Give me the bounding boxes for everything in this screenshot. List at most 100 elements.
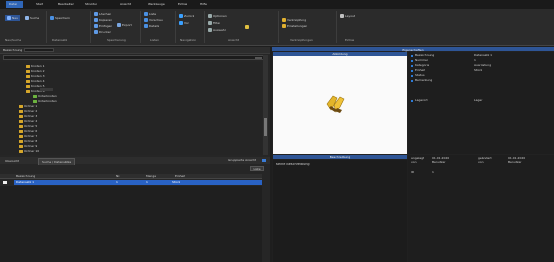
- back-button[interactable]: Zurück: [179, 14, 194, 18]
- folder-icon: [19, 105, 23, 108]
- description-title: Beschreibung: [273, 155, 407, 159]
- tree-scrollbar[interactable]: [263, 55, 268, 155]
- property-row[interactable]: Einheit Stück: [408, 69, 554, 73]
- warning-icon: [245, 25, 249, 29]
- selection-button[interactable]: Auswahl: [208, 28, 226, 32]
- filter-button[interactable]: Filter: [208, 21, 220, 25]
- details-icon: [144, 24, 148, 28]
- description-body[interactable]: Keine Beschreibung: [273, 160, 407, 262]
- tree-item[interactable]: Knoten 4: [26, 80, 45, 83]
- paste-button[interactable]: Einfügen: [94, 24, 112, 28]
- tree-view[interactable]: Knoten 1 Knoten 2 Knoten 3 Knoten 4 Knoten 5…: [0, 62, 262, 155]
- tree-item[interactable]: Unterknoten: [33, 95, 57, 98]
- export-button[interactable]: Export: [117, 23, 132, 27]
- menu-item-start[interactable]: Start: [36, 3, 43, 6]
- tree-item[interactable]: Unterknoten: [33, 100, 57, 103]
- list-button[interactable]: Liste: [144, 12, 156, 16]
- property-row[interactable]: Nummer 1: [408, 59, 554, 63]
- tree-item[interactable]: Ordner 8: [19, 140, 37, 143]
- tree-selected-row[interactable]: [40, 88, 53, 91]
- column-header[interactable]: Bezeichnung: [16, 175, 35, 178]
- search-input[interactable]: [3, 55, 267, 60]
- menu-item-tools[interactable]: Werkzeuge: [148, 3, 165, 6]
- tree-item[interactable]: Ordner 2: [19, 110, 37, 113]
- grid-list-button[interactable]: Liste: [250, 166, 264, 171]
- delete-button[interactable]: Löschen: [94, 12, 111, 16]
- save-icon: [50, 16, 54, 20]
- info-key: von: [478, 161, 484, 164]
- tree-item-label: Ordner 5: [24, 125, 38, 128]
- tree-item-label: Knoten 1: [31, 65, 45, 68]
- preview-button[interactable]: Vorschau: [144, 18, 163, 22]
- tree-item[interactable]: Ordner 1: [19, 105, 37, 108]
- row-indicator-icon: [3, 181, 7, 184]
- print-button[interactable]: Drucken: [94, 30, 111, 34]
- settings-button[interactable]: Einstellungen: [282, 24, 307, 28]
- tree-item[interactable]: Knoten 2: [26, 70, 45, 73]
- layout-button[interactable]: Layout: [340, 14, 355, 18]
- group-label-lists: Listen: [150, 39, 159, 42]
- ribbon-separator: [204, 11, 205, 43]
- property-row[interactable]: Status: [408, 74, 554, 78]
- info-key: ID: [411, 171, 415, 174]
- search-clear-icon[interactable]: [255, 57, 262, 59]
- folder-icon: [19, 135, 23, 138]
- tree-item[interactable]: Ordner 10: [19, 150, 39, 153]
- table-row[interactable]: Datensatz 1 1 1 Stück: [14, 180, 262, 185]
- description-text: Keine Beschreibung: [276, 163, 310, 166]
- column-header[interactable]: Menge: [146, 175, 156, 178]
- tree-item-label: Ordner 1: [24, 105, 38, 108]
- link-button[interactable]: Verknüpfung: [282, 18, 306, 22]
- tab-bar: Übersicht Suche / Datensätze Gruppierte …: [0, 157, 270, 166]
- property-row[interactable]: Bezeichnung Datensatz 1: [408, 54, 554, 58]
- folder-icon: [33, 100, 37, 103]
- tab-overview[interactable]: Übersicht: [2, 158, 22, 164]
- ribbon-separator: [90, 11, 91, 43]
- left-toolbar: Bezeichnung: [0, 47, 270, 54]
- column-header[interactable]: Einheit: [175, 175, 185, 178]
- menu-item-extras[interactable]: Extras: [178, 3, 187, 6]
- options-button[interactable]: Optionen: [208, 14, 227, 18]
- folder-icon: [26, 65, 30, 68]
- folder-icon: [26, 85, 30, 88]
- image-panel-title: Abbildung: [273, 52, 407, 56]
- folder-icon: [19, 115, 23, 118]
- property-row[interactable]: Bemerkung: [408, 79, 554, 83]
- filter-dropdown[interactable]: [24, 48, 54, 52]
- search-button[interactable]: Suche: [25, 16, 39, 20]
- selection-icon: [208, 28, 212, 32]
- new-button[interactable]: Neu: [5, 15, 20, 21]
- tree-item[interactable]: Knoten 3: [26, 75, 45, 78]
- info-value: Benutzer: [508, 161, 522, 164]
- warning-button[interactable]: [245, 25, 249, 29]
- tree-item[interactable]: Ordner 3: [19, 115, 37, 118]
- copy-button[interactable]: Kopieren: [94, 18, 112, 22]
- tree-scrollbar-thumb[interactable]: [264, 118, 267, 136]
- forward-button[interactable]: Vor: [179, 21, 189, 25]
- tree-item[interactable]: Ordner 7: [19, 135, 37, 138]
- property-row[interactable]: Lagerort Lager: [408, 99, 554, 103]
- menu-item-edit[interactable]: Bearbeiten: [58, 3, 74, 6]
- toggle-icon[interactable]: [262, 159, 266, 162]
- details-button[interactable]: Details: [144, 24, 159, 28]
- menu-item-view[interactable]: Ansicht: [120, 3, 131, 6]
- bullet-icon: [411, 55, 413, 57]
- new-icon: [7, 16, 11, 20]
- property-row[interactable]: Kategorie Ausrüstung: [408, 64, 554, 68]
- column-header[interactable]: Nr.: [116, 175, 120, 178]
- bullet-icon: [411, 70, 413, 72]
- tree-item[interactable]: Ordner 9: [19, 145, 37, 148]
- menu-item-help[interactable]: Hilfe: [200, 3, 207, 6]
- tree-item[interactable]: Ordner 4: [19, 120, 37, 123]
- tree-item[interactable]: Knoten 1: [26, 65, 45, 68]
- info-key: angelegt: [411, 157, 425, 160]
- layout-icon: [340, 14, 344, 18]
- folder-icon: [19, 110, 23, 113]
- save-button[interactable]: Speichern: [50, 16, 70, 20]
- menu-item-file[interactable]: Datei: [9, 3, 17, 6]
- tree-item[interactable]: Ordner 6: [19, 130, 37, 133]
- tree-item[interactable]: Ordner 5: [19, 125, 37, 128]
- preview-icon: [144, 18, 148, 22]
- menu-item-structure[interactable]: Struktur: [85, 3, 97, 6]
- menubar: Datei Start Bearbeiten Struktur Ansicht …: [0, 0, 554, 9]
